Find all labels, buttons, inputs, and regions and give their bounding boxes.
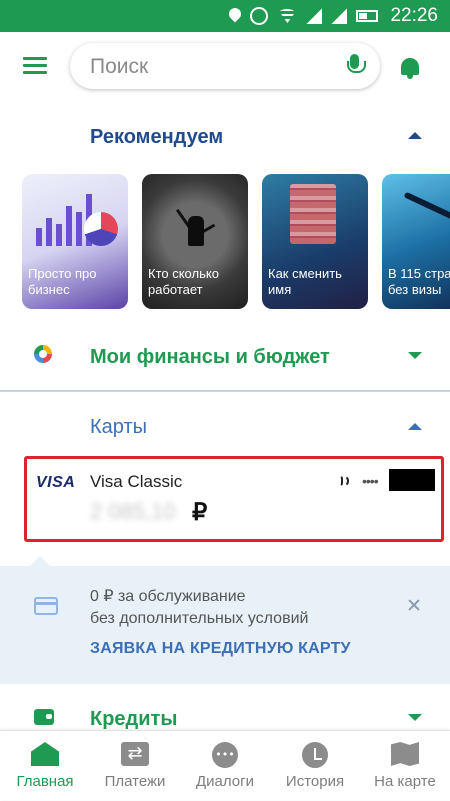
nav-label: На карте [374,773,436,790]
story-card[interactable]: В 115 стра без визы [382,174,450,309]
story-card[interactable]: Кто сколько работает [142,174,248,309]
story-label: В 115 стра без визы [388,266,450,297]
wallet-icon [34,709,54,725]
search-input[interactable]: Поиск [70,43,380,89]
expand-finances-icon[interactable] [408,352,422,359]
divider [0,390,450,392]
promo-text: 0 ₽ за обслуживание без дополнительных у… [90,586,308,630]
nav-item-history[interactable]: История [270,731,360,801]
signal-icon [306,8,323,24]
credits-title[interactable]: Кредиты [90,708,177,731]
chat-icon [212,742,238,768]
redacted-card-number [389,469,435,491]
currency-symbol: ₽ [192,499,208,526]
close-icon[interactable] [407,598,421,612]
status-icons [229,7,379,25]
status-time: 22:26 [390,5,438,26]
search-placeholder: Поиск [90,55,149,78]
letters-illustration [290,184,336,244]
contactless-icon [339,474,353,488]
wifi-icon [277,9,298,23]
card-icon [34,597,58,615]
credit-card-application-link[interactable]: ЗАЯВКА НА КРЕДИТНУЮ КАРТУ [90,640,351,658]
battery-icon [356,10,379,22]
visa-logo: VISA [36,474,76,491]
cards-title[interactable]: Карты [90,416,147,439]
card-item[interactable]: VISA Visa Classic 2 085,10 ₽ •••• [24,456,444,542]
credit-card-promo: 0 ₽ за обслуживание без дополнительных у… [0,556,450,684]
status-bar: 22:26 [0,0,450,32]
story-card[interactable]: Просто про бизнес [22,174,128,309]
app-header: Поиск [0,32,450,104]
businessman-illustration [188,216,204,246]
nav-label: Главная [16,773,74,790]
history-icon [302,742,328,768]
nav-item-payments[interactable]: Платежи [90,731,180,801]
collapse-cards-icon[interactable] [408,423,422,430]
finances-title[interactable]: Мои финансы и бюджет [90,346,330,369]
microphone-icon[interactable] [346,54,366,78]
expand-credits-icon[interactable] [408,714,422,721]
card-number-mask: •••• [362,473,379,489]
card-name: Visa Classic [90,472,183,491]
promo-line-1: 0 ₽ за обслуживание [90,588,246,605]
menu-icon[interactable] [23,57,47,75]
story-label: Просто про бизнес [28,266,97,297]
payments-icon [121,742,149,766]
nav-label: Диалоги [196,773,254,790]
bell-icon[interactable] [399,56,421,80]
promo-notch [30,556,50,566]
bottom-navigation: Главная Платежи Диалоги История На карте [0,730,450,800]
nav-item-dialogs[interactable]: Диалоги [180,731,270,801]
home-icon [31,742,59,766]
story-label: Как сменить имя [268,266,342,297]
nav-label: Платежи [104,773,166,790]
nav-item-map[interactable]: На карте [360,731,450,801]
collapse-recommend-icon[interactable] [408,132,422,139]
nav-label: История [285,773,345,790]
recommend-title[interactable]: Рекомендуем [90,126,223,149]
pie-illustration [84,212,118,246]
story-label: Кто сколько работает [148,266,219,297]
card-balance: 2 085,10 [90,499,176,524]
promo-line-2: без дополнительных условий [90,610,309,627]
alarm-icon [250,7,269,25]
nav-item-home[interactable]: Главная [0,731,90,801]
finance-chart-icon [34,345,52,363]
signal-icon [331,8,348,24]
map-icon [391,742,419,766]
location-icon [229,8,241,24]
diver-illustration [403,191,450,223]
stories-carousel: Просто про бизнес Кто сколько работает К… [22,174,450,309]
story-card[interactable]: Как сменить имя [262,174,368,309]
